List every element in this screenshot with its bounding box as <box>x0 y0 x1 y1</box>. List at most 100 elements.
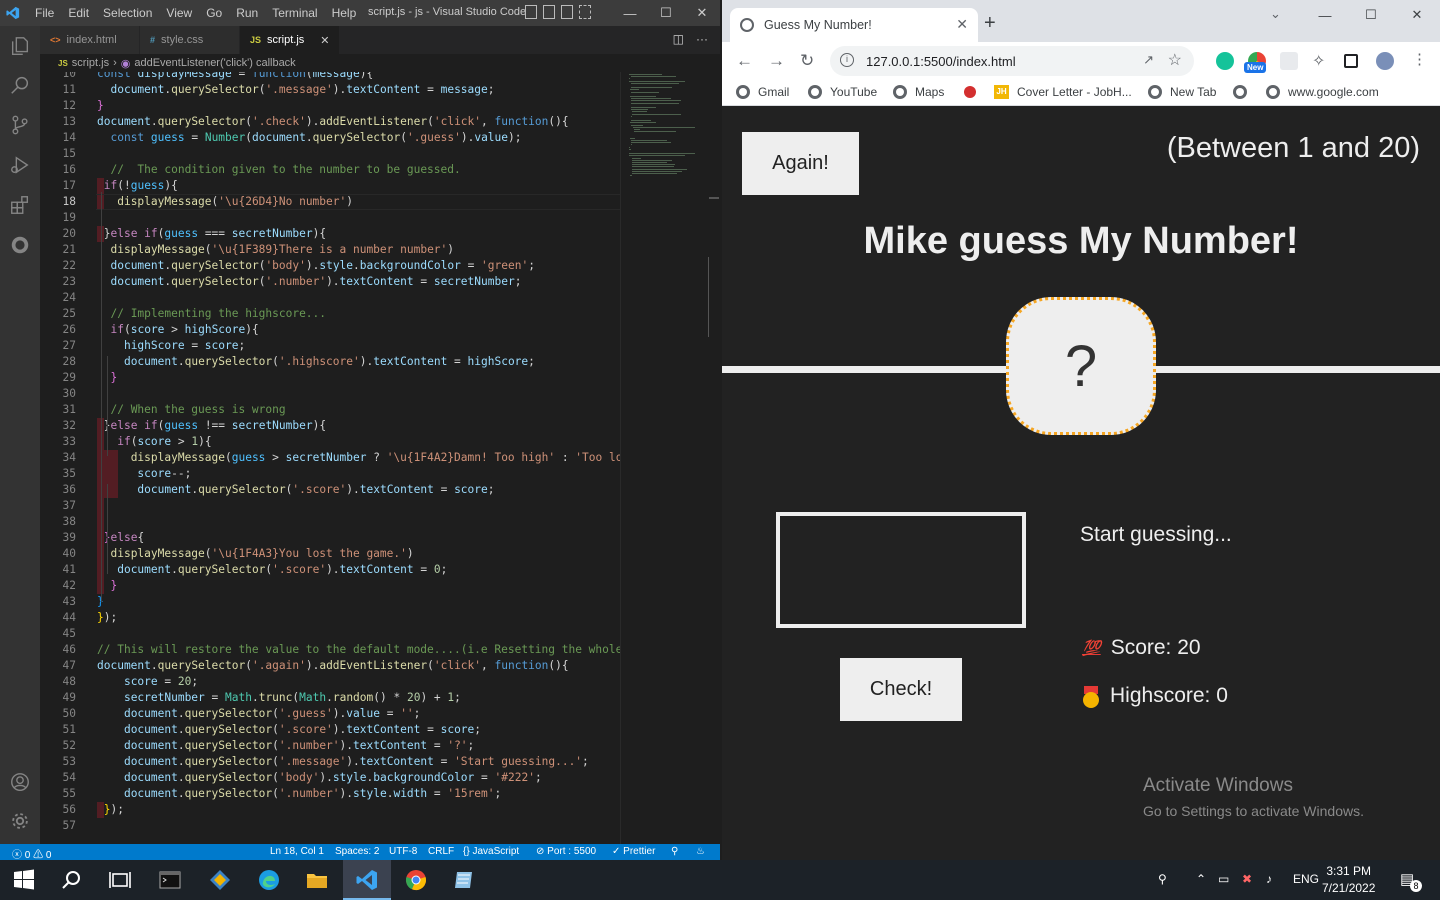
editor-scrollbar[interactable] <box>708 72 720 844</box>
vscode-taskbar-icon[interactable] <box>355 868 379 892</box>
extensions-icon[interactable] <box>8 193 32 217</box>
code-line[interactable]: 15 <box>40 146 620 162</box>
grammarly-extension-icon[interactable] <box>1216 52 1234 70</box>
side-panel-icon[interactable] <box>1344 54 1358 68</box>
code-line[interactable]: 24 <box>40 290 620 306</box>
code-line[interactable]: 41 document.querySelector('.score').text… <box>40 562 620 578</box>
code-line[interactable]: 40 displayMessage('\u{1F4A3}You lost the… <box>40 546 620 562</box>
code-line[interactable]: 23 document.querySelector('.number').tex… <box>40 274 620 290</box>
tab-style-css[interactable]: # style.css <box>140 26 240 54</box>
people-icon[interactable]: ⚲ <box>1158 872 1167 886</box>
forward-arrow-icon[interactable]: → <box>768 51 785 71</box>
code-line[interactable]: 39 }else{ <box>40 530 620 546</box>
language-mode[interactable]: {} JavaScript <box>463 846 519 857</box>
menu-terminal[interactable]: Terminal <box>272 6 317 20</box>
code-line[interactable]: 37 <box>40 498 620 514</box>
address-bar[interactable]: i 127.0.0.1:5500/index.html ↗ ☆ <box>830 46 1194 76</box>
settings-gear-icon[interactable] <box>8 809 32 833</box>
close-icon[interactable]: ✕ <box>684 0 720 26</box>
code-line[interactable]: 35 score--; <box>40 466 620 482</box>
bookmark-cover-letter[interactable]: JH Cover Letter - JobH... <box>994 85 1132 99</box>
run-debug-icon[interactable] <box>8 153 32 177</box>
check-button[interactable]: Check! <box>840 658 962 721</box>
toggle-panel-icon[interactable] <box>543 5 555 19</box>
toggle-secondary-sidebar-icon[interactable] <box>561 5 573 19</box>
code-line[interactable]: 28 document.querySelector('.highscore').… <box>40 354 620 370</box>
bookmark-google[interactable]: www.google.com <box>1266 85 1379 99</box>
code-line[interactable]: 50 document.querySelector('.guess').valu… <box>40 706 620 722</box>
bookmark-red-icon[interactable] <box>964 86 976 98</box>
reload-icon[interactable]: ↻ <box>800 51 814 71</box>
code-line[interactable]: 27 highScore = score; <box>40 338 620 354</box>
breadcrumb-file[interactable]: script.js <box>72 57 109 69</box>
back-arrow-icon[interactable]: ← <box>736 51 753 71</box>
maximize-icon[interactable]: ☐ <box>1348 0 1394 30</box>
code-line[interactable]: 51 document.querySelector('.score').text… <box>40 722 620 738</box>
code-line[interactable]: 46 // This will restore the value to the … <box>40 642 620 658</box>
indentation[interactable]: Spaces: 2 <box>335 846 379 857</box>
site-info-icon[interactable]: i <box>840 53 854 67</box>
menu-go[interactable]: Go <box>206 6 222 20</box>
code-line[interactable]: 49 secretNumber = Math.trunc(Math.random… <box>40 690 620 706</box>
code-line[interactable]: 17 if(!guess){ <box>40 178 620 194</box>
code-line[interactable]: 11 document.querySelector('.message').te… <box>40 82 620 98</box>
problems-indicator[interactable]: ⓧ 0 ⚠ 0 <box>12 846 51 861</box>
code-line[interactable]: 16 // The condition given to the number … <box>40 162 620 178</box>
search-icon[interactable] <box>8 73 32 97</box>
more-actions-icon[interactable]: ··· <box>696 32 708 46</box>
source-control-icon[interactable] <box>8 113 32 137</box>
code-line[interactable]: 31 // When the guess is wrong <box>40 402 620 418</box>
minimize-icon[interactable]: — <box>612 0 648 26</box>
code-line[interactable]: 13 document.querySelector('.check').addEv… <box>40 114 620 130</box>
maximize-icon[interactable]: ☐ <box>648 0 684 26</box>
network-disconnected-icon[interactable]: ✖ <box>1242 872 1252 886</box>
windows-start-icon[interactable] <box>12 868 36 892</box>
code-editor[interactable]: 10 const displayMessage = function(messag… <box>40 72 620 844</box>
code-line[interactable]: 20 }else if(guess === secretNumber){ <box>40 226 620 242</box>
code-line[interactable]: 43} <box>40 594 620 610</box>
code-line[interactable]: 18 displayMessage('\u{26D4}No number') <box>40 194 620 210</box>
close-icon[interactable]: ✕ <box>1394 0 1440 30</box>
extensions-puzzle-icon[interactable]: ✧ <box>1312 51 1330 70</box>
tab-script-js[interactable]: JS script.js ✕ <box>240 26 340 54</box>
profile-avatar[interactable] <box>1376 52 1394 70</box>
again-button[interactable]: Again! <box>742 132 859 195</box>
code-line[interactable]: 33 if(score > 1){ <box>40 434 620 450</box>
menu-view[interactable]: View <box>166 6 192 20</box>
scroll-thumb[interactable] <box>708 257 709 337</box>
minimize-icon[interactable]: — <box>1302 0 1348 30</box>
code-line[interactable]: 42 } <box>40 578 620 594</box>
chrome-taskbar-icon[interactable] <box>404 868 428 892</box>
code-line[interactable]: 38 <box>40 514 620 530</box>
share-icon[interactable]: ↗ <box>1143 52 1154 68</box>
code-line[interactable]: 53 document.querySelector('.message').te… <box>40 754 620 770</box>
notes-app-icon[interactable] <box>452 868 476 892</box>
code-line[interactable]: 55 document.querySelector('.number').sty… <box>40 786 620 802</box>
account-icon[interactable] <box>8 770 32 794</box>
cursor-position[interactable]: Ln 18, Col 1 <box>270 846 324 857</box>
task-view-icon[interactable] <box>108 868 132 892</box>
bookmark-youtube[interactable]: YouTube <box>808 85 877 99</box>
file-explorer-icon[interactable] <box>305 868 329 892</box>
end-of-line[interactable]: CRLF <box>428 846 454 857</box>
close-tab-icon[interactable]: ✕ <box>956 16 968 33</box>
menu-edit[interactable]: Edit <box>68 6 89 20</box>
code-line[interactable]: 56 }); <box>40 802 620 818</box>
explorer-icon[interactable] <box>8 34 32 58</box>
bookmark-star-icon[interactable]: ☆ <box>1168 50 1182 70</box>
close-tab-icon[interactable]: ✕ <box>320 34 329 47</box>
code-line[interactable]: 29 } <box>40 370 620 386</box>
menu-help[interactable]: Help <box>332 6 357 20</box>
volume-icon[interactable]: ♪ <box>1266 872 1272 886</box>
code-line[interactable]: 25 // Implementing the highscore... <box>40 306 620 322</box>
split-editor-icon[interactable]: ◫ <box>673 32 684 46</box>
code-line[interactable]: 19 <box>40 210 620 226</box>
tab-index-html[interactable]: <> index.html <box>40 26 140 54</box>
bookmark-maps[interactable]: Maps <box>893 85 944 99</box>
menu-selection[interactable]: Selection <box>103 6 152 20</box>
code-line[interactable]: 10 const displayMessage = function(messag… <box>40 72 620 82</box>
code-line[interactable]: 48 score = 20; <box>40 674 620 690</box>
encoding[interactable]: UTF-8 <box>389 846 417 857</box>
code-line[interactable]: 52 document.querySelector('.number').tex… <box>40 738 620 754</box>
notifications-bell-icon[interactable]: ♨ <box>696 846 705 857</box>
